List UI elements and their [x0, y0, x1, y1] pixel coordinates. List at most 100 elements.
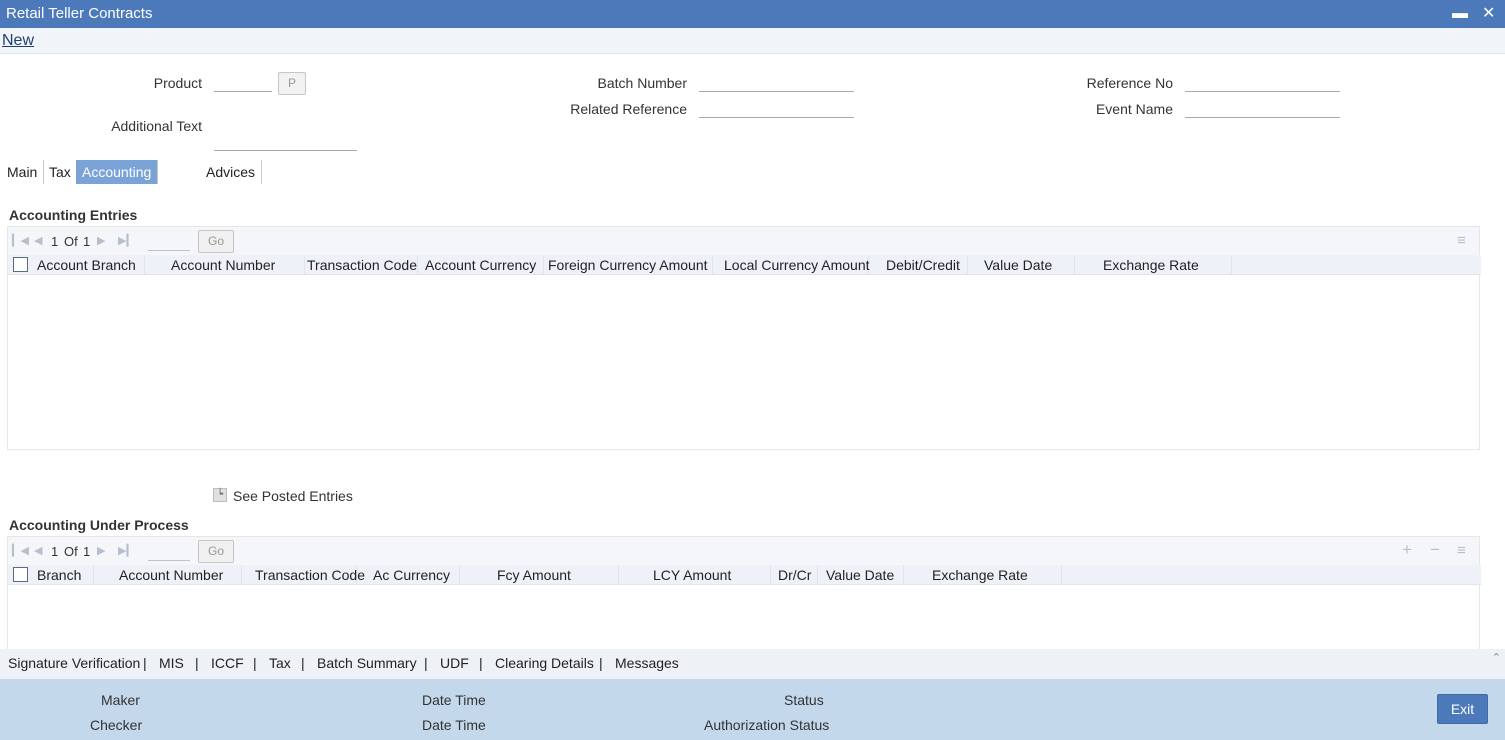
tab-main[interactable]: Main [1, 160, 45, 184]
total-pages: 1 [83, 234, 91, 249]
window-title: Retail Teller Contracts [6, 5, 153, 22]
select-all-checkbox[interactable] [13, 567, 28, 582]
product-input[interactable] [214, 72, 272, 92]
col-branch[interactable]: Branch [37, 565, 94, 585]
messages-link[interactable]: Messages [615, 655, 679, 671]
separator: | [143, 655, 147, 671]
scroll-up-icon[interactable]: ⌃ [1492, 651, 1501, 664]
title-bar: Retail Teller Contracts ▬ ✕ [0, 0, 1505, 28]
col-account-number[interactable]: Account Number [94, 565, 242, 585]
first-page-icon[interactable]: ▎◀ [12, 234, 29, 247]
checker-label: Checker [90, 717, 143, 733]
go-button[interactable]: Go [198, 230, 234, 253]
select-all-checkbox[interactable] [13, 257, 28, 272]
next-page-icon[interactable]: ▶ [97, 544, 105, 557]
batch-summary-link[interactable]: Batch Summary [317, 655, 417, 671]
separator: | [479, 655, 483, 671]
col-exchange-rate[interactable]: Exchange Rate [1075, 255, 1232, 275]
mis-link[interactable]: MIS [159, 655, 184, 671]
related-reference-label: Related Reference [570, 101, 687, 117]
prev-page-icon[interactable]: ◀ [34, 234, 42, 247]
accounting-under-process-grid: ▎◀ ◀ 1 Of 1 ▶ ▶▎ Go + − ≡ Branch Account… [7, 536, 1481, 649]
col-value-date[interactable]: Value Date [968, 255, 1075, 275]
udf-link[interactable]: UDF [440, 655, 469, 671]
product-lov-button[interactable]: P [278, 72, 306, 95]
col-transaction-code[interactable]: Transaction Code [242, 565, 365, 585]
col-account-currency[interactable]: Account Currency [418, 255, 544, 275]
separator: | [195, 655, 199, 671]
new-link[interactable]: New [2, 32, 34, 50]
col-ac-currency[interactable]: Ac Currency [357, 565, 460, 585]
related-reference-input[interactable] [699, 98, 854, 118]
current-page: 1 [51, 234, 59, 249]
accounting-entries-pager: ▎◀ ◀ 1 Of 1 ▶ ▶▎ Go ≡ [8, 227, 1479, 255]
batch-number-input[interactable] [699, 72, 854, 92]
col-debit-credit[interactable]: Debit/Credit [869, 255, 968, 275]
iccf-link[interactable]: ICCF [211, 655, 244, 671]
accounting-entries-title: Accounting Entries [9, 207, 138, 223]
additional-text-input[interactable] [214, 131, 357, 151]
col-foreign-currency-amount[interactable]: Foreign Currency Amount [544, 255, 713, 275]
col-dr-cr[interactable]: Dr/Cr [771, 565, 818, 585]
add-row-icon[interactable]: + [1402, 540, 1412, 560]
separator: | [599, 655, 603, 671]
accounting-under-process-title: Accounting Under Process [9, 517, 189, 533]
under-process-header: Branch Account Number Transaction Code A… [8, 565, 1481, 585]
page-of-label: Of [64, 234, 78, 249]
under-process-pager: ▎◀ ◀ 1 Of 1 ▶ ▶▎ Go + − ≡ [8, 537, 1479, 565]
menu-bar: New [0, 28, 1505, 54]
col-lcy-amount[interactable]: LCY Amount [619, 565, 771, 585]
current-page: 1 [51, 544, 59, 559]
last-page-icon[interactable]: ▶▎ [118, 544, 135, 557]
page-of-label: Of [64, 544, 78, 559]
col-fcy-amount[interactable]: Fcy Amount [460, 565, 619, 585]
col-account-number[interactable]: Account Number [145, 255, 305, 275]
col-local-currency-amount[interactable]: Local Currency Amount [713, 255, 870, 275]
product-label: Product [153, 75, 202, 91]
maker-label: Maker [101, 692, 140, 708]
see-posted-entries-label: See Posted Entries [233, 488, 353, 504]
sub-links-bar: Signature Verification | MIS | ICCF | Ta… [0, 649, 1505, 679]
go-button[interactable]: Go [198, 540, 234, 563]
additional-text-label: Additional Text [111, 118, 202, 134]
separator: | [424, 655, 428, 671]
separator: | [301, 655, 305, 671]
tab-tax[interactable]: Tax [43, 160, 78, 184]
checker-date-time-label: Date Time [422, 717, 486, 733]
separator: | [253, 655, 257, 671]
col-value-date[interactable]: Value Date [818, 565, 904, 585]
first-page-icon[interactable]: ▎◀ [12, 544, 29, 557]
tax-link[interactable]: Tax [269, 655, 291, 671]
tab-advices[interactable]: Advices [200, 160, 263, 184]
audit-footer: Maker Checker Date Time Date Time Status… [0, 679, 1505, 740]
exit-button[interactable]: Exit [1437, 694, 1488, 724]
prev-page-icon[interactable]: ◀ [34, 544, 42, 557]
accounting-entries-grid: ▎◀ ◀ 1 Of 1 ▶ ▶▎ Go ≡ Account Branch Acc… [7, 226, 1481, 450]
status-label: Status [784, 692, 824, 708]
batch-number-label: Batch Number [597, 75, 687, 91]
column-settings-icon[interactable]: ≡ [1457, 542, 1466, 559]
column-settings-icon[interactable]: ≡ [1457, 232, 1466, 249]
event-name-label: Event Name [1095, 101, 1173, 117]
next-page-icon[interactable]: ▶ [97, 234, 105, 247]
delete-row-icon[interactable]: − [1430, 540, 1440, 560]
page-number-input[interactable] [148, 541, 190, 561]
minimize-icon[interactable]: ▬ [1452, 5, 1468, 23]
reference-no-label: Reference No [1086, 75, 1173, 91]
col-exchange-rate[interactable]: Exchange Rate [904, 565, 1062, 585]
event-name-input[interactable] [1185, 98, 1340, 118]
reference-no-input[interactable] [1185, 72, 1340, 92]
clearing-details-link[interactable]: Clearing Details [495, 655, 594, 671]
maker-date-time-label: Date Time [422, 692, 486, 708]
page-number-input[interactable] [148, 231, 190, 251]
col-account-branch[interactable]: Account Branch [37, 255, 145, 275]
accounting-entries-header: Account Branch Account Number Transactio… [8, 255, 1481, 275]
close-icon[interactable]: ✕ [1482, 5, 1495, 23]
signature-verification-link[interactable]: Signature Verification [8, 655, 140, 671]
authorization-status-label: Authorization Status [704, 717, 830, 733]
last-page-icon[interactable]: ▶▎ [118, 234, 135, 247]
tab-accounting-entries[interactable]: Accounting Entries [76, 160, 159, 204]
col-transaction-code[interactable]: Transaction Code [305, 255, 418, 275]
see-posted-entries-checkbox[interactable]: ┕ [213, 488, 227, 502]
total-pages: 1 [83, 544, 91, 559]
